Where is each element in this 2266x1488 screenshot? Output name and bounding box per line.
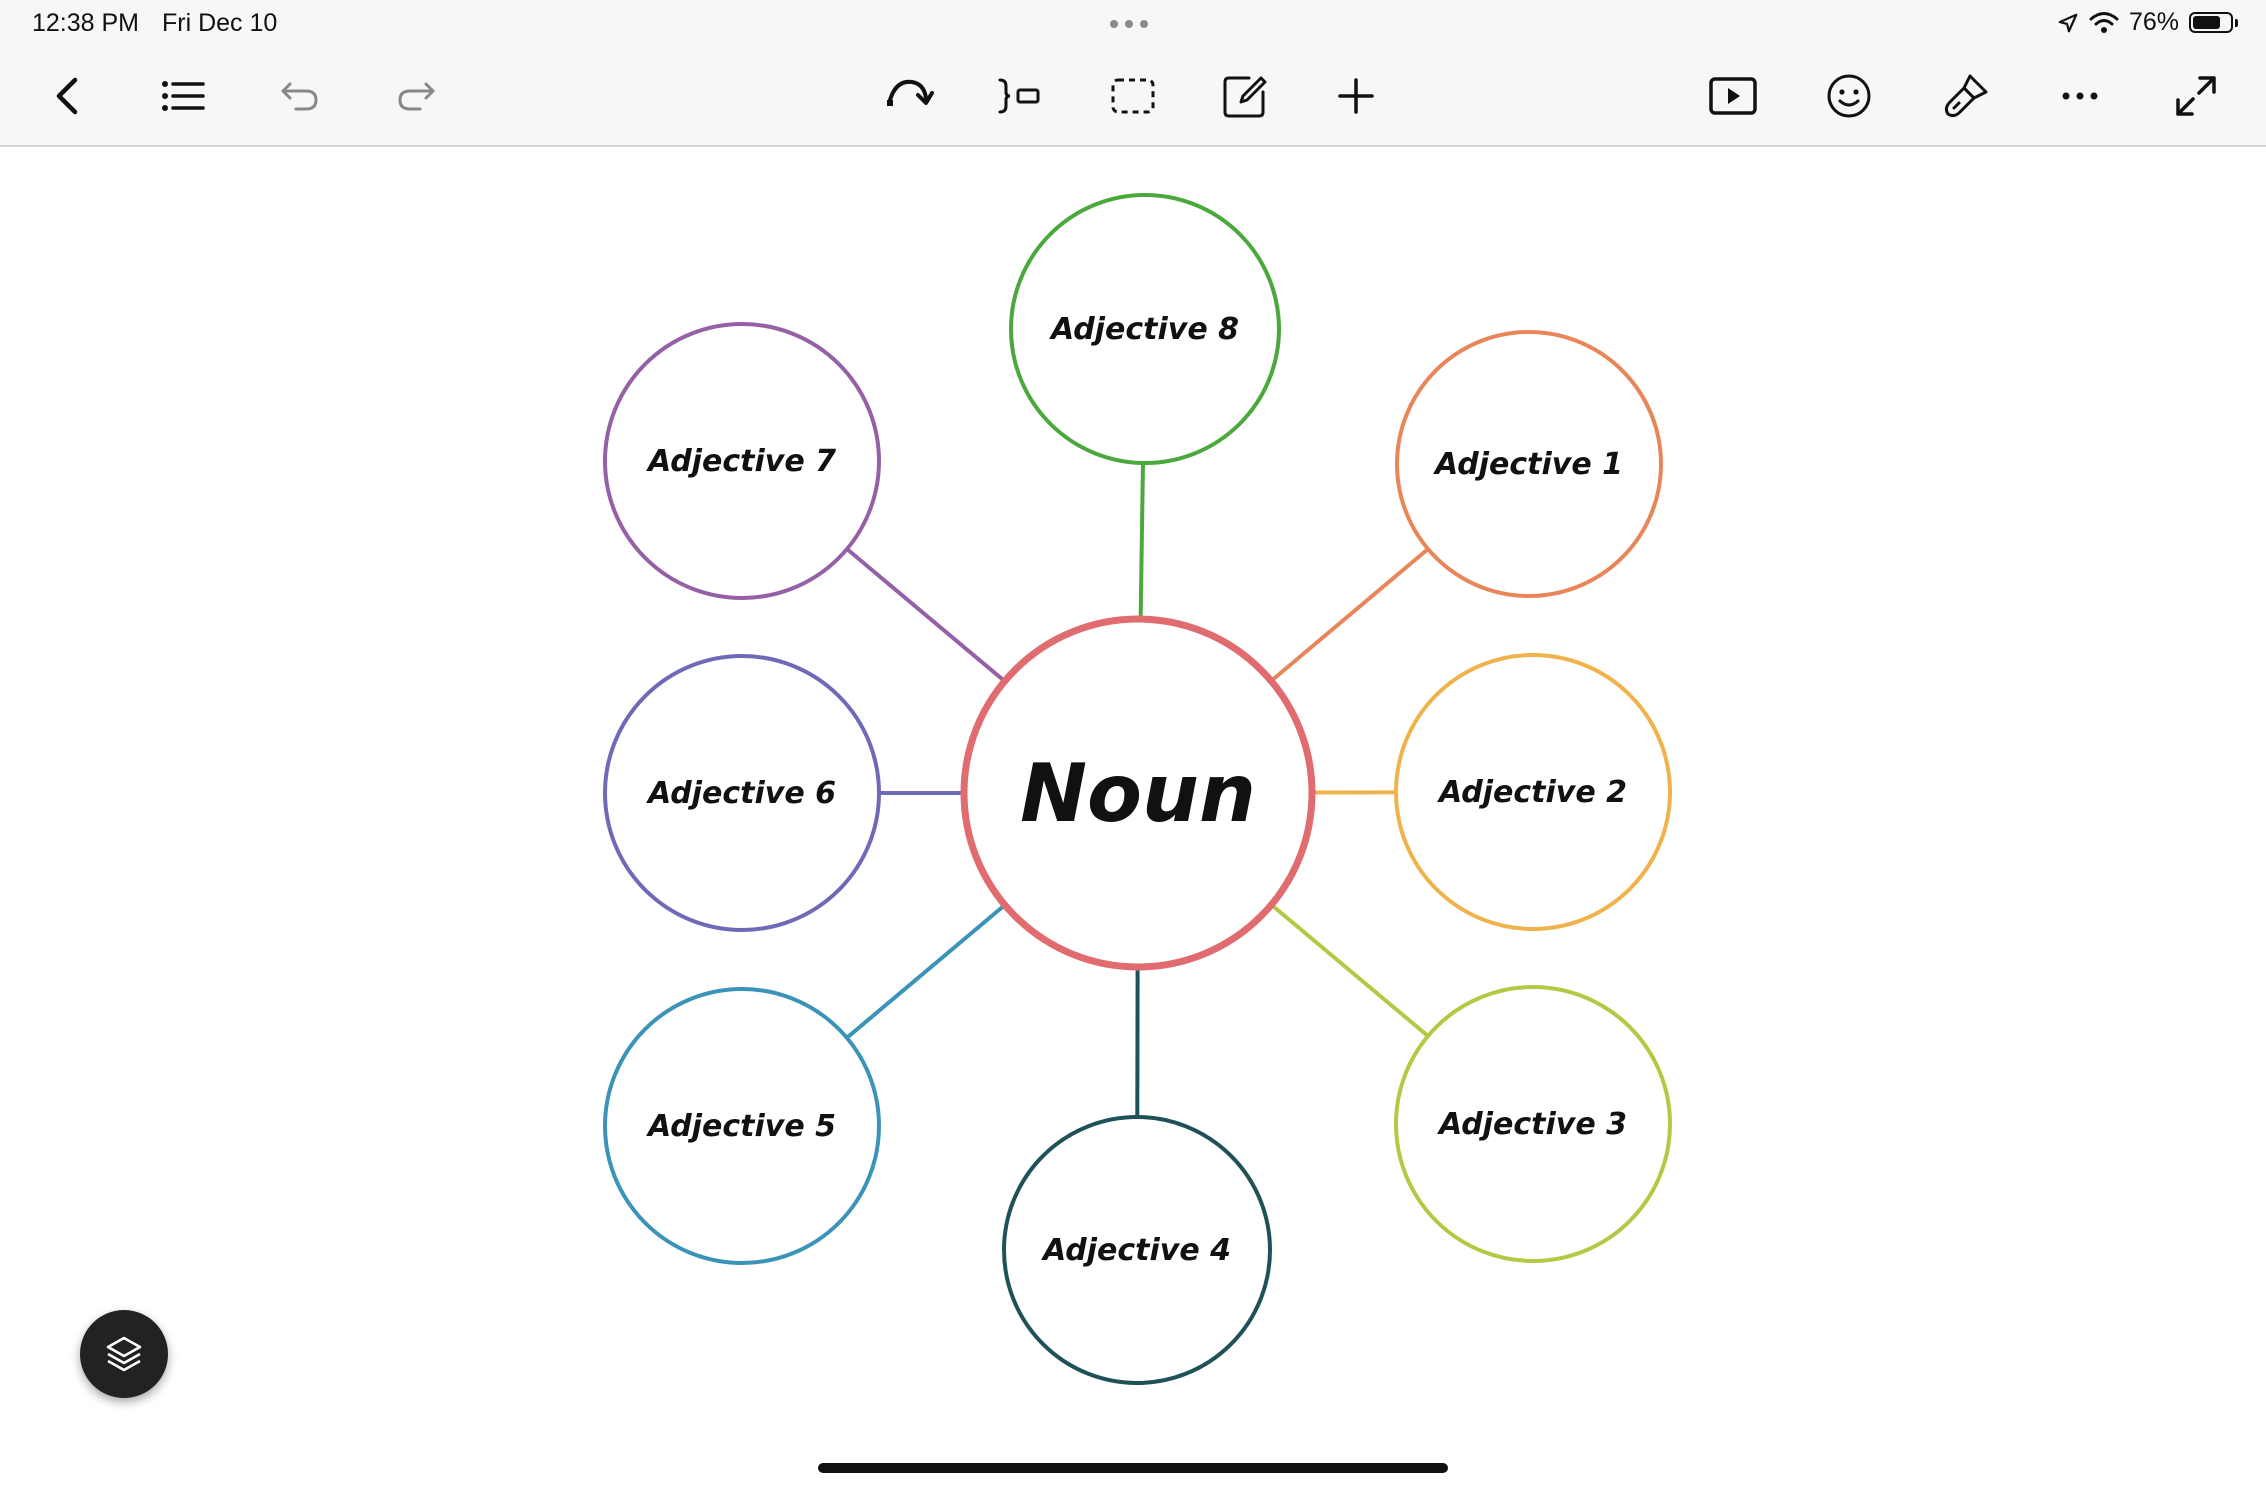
fullscreen-icon: [2176, 76, 2216, 116]
connector-line: [1270, 903, 1430, 1038]
status-date: Fri Dec 10: [162, 9, 278, 37]
back-button[interactable]: [38, 66, 98, 126]
connector-line: [845, 903, 1007, 1040]
toolbar: [0, 46, 2266, 147]
emoji-icon: [1827, 74, 1871, 118]
mind-map-canvas[interactable]: Adjective 1 Adjective 2 Adjective 3 Adjecti…: [0, 147, 2266, 1488]
topic-label: Adjective 8: [1049, 312, 1239, 347]
topic-label: Adjective 6: [646, 776, 836, 811]
redo-button[interactable]: [386, 66, 446, 126]
add-sibling-icon: [998, 78, 1040, 114]
add-topic-button[interactable]: [1326, 66, 1386, 126]
select-area-button[interactable]: [1103, 66, 1163, 126]
redo-icon: [398, 82, 435, 111]
edit-note-button[interactable]: [1215, 66, 1275, 126]
fullscreen-button[interactable]: [2166, 66, 2226, 126]
status-bar: 12:38 PM Fri Dec 10 76%: [0, 0, 2266, 46]
mind-map: Adjective 1 Adjective 2 Adjective 3 Adjecti…: [603, 193, 1672, 1385]
edit-icon: [1223, 76, 1267, 118]
back-icon: [56, 77, 78, 115]
connector-line: [1269, 547, 1430, 683]
rotate-button[interactable]: [878, 66, 938, 126]
topic-node[interactable]: Adjective 1: [1395, 330, 1663, 598]
more-icon: [2062, 92, 2098, 100]
topic-label: Adjective 2: [1437, 775, 1627, 810]
style-brush-icon: [1944, 74, 1988, 118]
central-topic-label: Noun: [1020, 747, 1256, 840]
topic-label: Adjective 7: [646, 444, 836, 479]
present-button[interactable]: [1703, 66, 1763, 126]
status-time: 12:38 PM: [32, 9, 140, 37]
select-area-icon: [1111, 78, 1155, 114]
topic-label: Adjective 4: [1041, 1233, 1231, 1268]
connector-line: [1138, 462, 1145, 620]
battery-icon: [2189, 12, 2233, 33]
wifi-icon: [2089, 11, 2119, 33]
location-icon: [2058, 13, 2078, 32]
more-button[interactable]: [2050, 66, 2110, 126]
add-icon: [1338, 78, 1374, 114]
topic-label: Adjective 1: [1433, 447, 1623, 482]
topic-node[interactable]: Adjective 4: [1002, 1115, 1272, 1385]
topic-node[interactable]: Adjective 2: [1394, 653, 1672, 931]
topic-label: Adjective 5: [646, 1109, 836, 1144]
status-indicators: 76%: [2057, 8, 2238, 37]
layers-icon: [106, 1336, 142, 1372]
topic-node[interactable]: Adjective 8: [1009, 193, 1281, 465]
battery-percent: 76%: [2128, 8, 2179, 36]
rotate-icon: [887, 79, 934, 106]
central-topic-node[interactable]: Noun: [960, 615, 1316, 971]
layers-button[interactable]: [80, 1310, 168, 1398]
topic-node[interactable]: Adjective 3: [1394, 985, 1672, 1263]
connector-line: [845, 547, 1006, 683]
undo-button[interactable]: [270, 66, 330, 126]
style-button[interactable]: [1936, 66, 1996, 126]
emoji-button[interactable]: [1819, 66, 1879, 126]
topic-node[interactable]: Adjective 5: [603, 987, 881, 1265]
multitasking-icon[interactable]: [1110, 20, 1148, 28]
home-indicator[interactable]: [818, 1463, 1448, 1473]
add-subtopic-button[interactable]: [990, 66, 1050, 126]
present-icon: [1709, 77, 1757, 115]
topic-node[interactable]: Adjective 6: [603, 654, 881, 932]
outline-list-icon: [162, 81, 205, 111]
topic-node[interactable]: Adjective 7: [603, 322, 881, 600]
undo-icon: [281, 82, 318, 111]
topic-label: Adjective 3: [1437, 1107, 1627, 1142]
outline-button[interactable]: [153, 66, 213, 126]
